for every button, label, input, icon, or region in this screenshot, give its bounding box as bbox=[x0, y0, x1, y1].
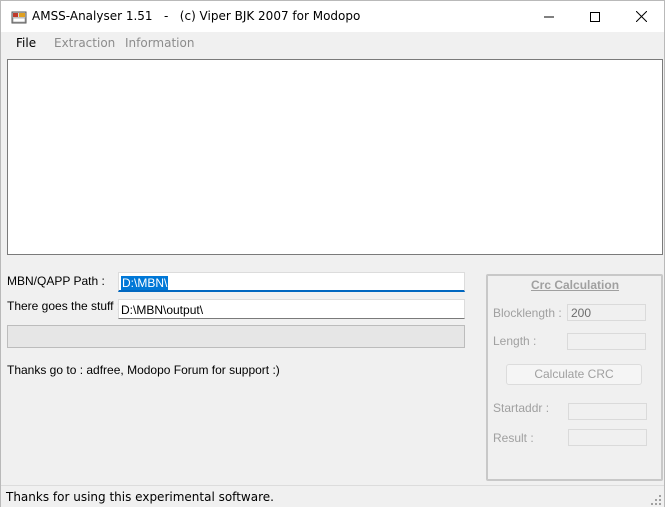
close-icon bbox=[635, 11, 647, 22]
result-input[interactable] bbox=[568, 429, 647, 446]
app-icon bbox=[11, 11, 27, 24]
window-title: AMSS-Analyser 1.51 - (c) Viper BJK 2007 … bbox=[32, 9, 361, 23]
minimize-icon bbox=[544, 16, 554, 17]
menu-file[interactable]: File bbox=[16, 36, 36, 50]
calculate-crc-button[interactable]: Calculate CRC bbox=[506, 364, 642, 385]
mbn-path-input[interactable]: D:\MBN\ bbox=[118, 272, 465, 292]
resize-grip-icon[interactable] bbox=[651, 495, 661, 505]
menu-bar: File Extraction Information bbox=[1, 32, 664, 55]
app-window: AMSS-Analyser 1.51 - (c) Viper BJK 2007 … bbox=[0, 0, 665, 507]
startaddr-label: Startaddr : bbox=[493, 401, 550, 415]
blocklength-input[interactable]: 200 bbox=[567, 304, 646, 321]
thanks-text: Thanks go to : adfree, Modopo Forum for … bbox=[7, 363, 280, 377]
status-bar: Thanks for using this experimental softw… bbox=[1, 485, 664, 507]
title-bar[interactable]: AMSS-Analyser 1.51 - (c) Viper BJK 2007 … bbox=[1, 1, 664, 32]
length-label: Length : bbox=[493, 334, 537, 348]
status-text: Thanks for using this experimental softw… bbox=[6, 490, 274, 504]
result-label: Result : bbox=[493, 431, 534, 445]
progress-bar bbox=[7, 325, 465, 348]
mbn-path-label: MBN/QAPP Path : bbox=[7, 274, 105, 288]
startaddr-input[interactable] bbox=[568, 403, 647, 420]
output-path-label: There goes the stuff : bbox=[7, 299, 121, 313]
crc-title: Crc Calculation bbox=[531, 278, 620, 292]
maximize-icon bbox=[590, 11, 600, 22]
output-log-textarea[interactable] bbox=[7, 59, 663, 255]
close-button[interactable] bbox=[618, 1, 664, 32]
menu-information[interactable]: Information bbox=[125, 36, 194, 50]
minimize-button[interactable] bbox=[526, 1, 572, 32]
menu-extraction[interactable]: Extraction bbox=[54, 36, 115, 50]
maximize-button[interactable] bbox=[572, 1, 618, 32]
length-input[interactable] bbox=[567, 333, 646, 350]
mbn-path-value: D:\MBN\ bbox=[121, 276, 169, 290]
output-path-input[interactable]: D:\MBN\output\ bbox=[118, 299, 465, 319]
blocklength-label: Blocklength : bbox=[493, 306, 562, 320]
